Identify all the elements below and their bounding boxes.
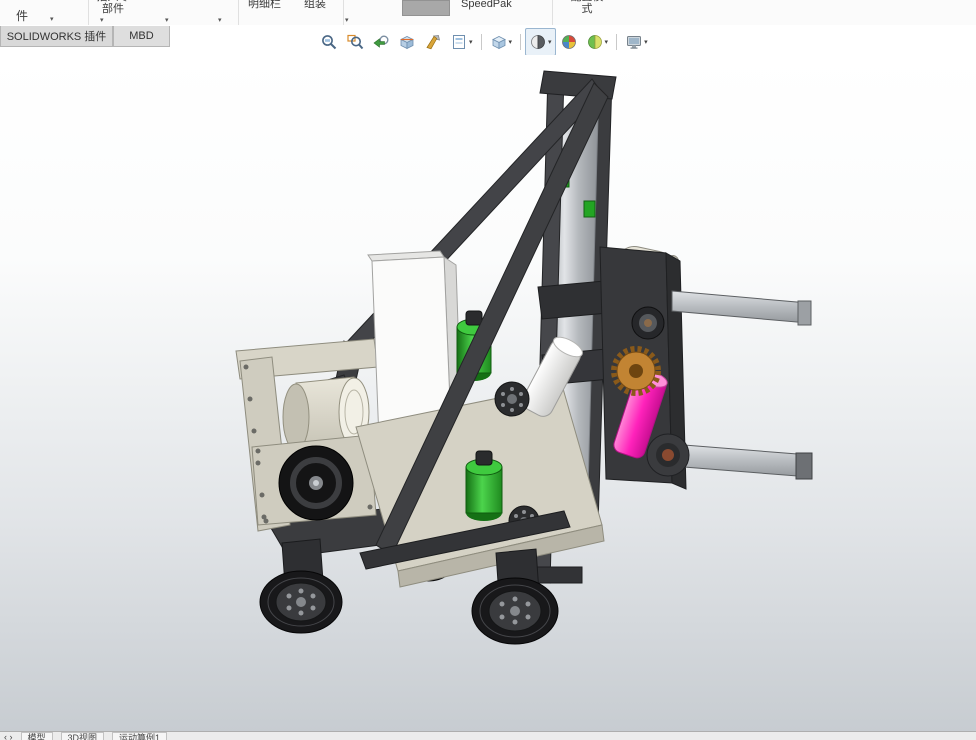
tab-solidworks-addins[interactable]: SOLIDWORKS 插件 xyxy=(0,26,113,47)
deck-pulley-upper[interactable] xyxy=(494,381,530,417)
ribbon-item-bom[interactable]: 明细栏 xyxy=(248,0,281,10)
ribbon-separator xyxy=(343,0,344,25)
tab-label: MBD xyxy=(129,30,154,42)
zoom-to-area-icon xyxy=(347,34,364,50)
zoom-to-fit-icon xyxy=(322,35,337,50)
sprocket-gear[interactable] xyxy=(611,346,661,396)
upper-rod[interactable] xyxy=(671,290,812,326)
display-style-icon xyxy=(531,35,545,49)
tab-model[interactable]: 模型 xyxy=(20,732,53,740)
dropdown-arrow-icon[interactable]: ▾ xyxy=(100,16,104,24)
dropdown-arrow-icon[interactable]: ▾ xyxy=(345,16,349,24)
tab-mbd[interactable]: MBD xyxy=(113,26,170,47)
ribbon-item-configuration-mode[interactable]: 配置模式 xyxy=(568,0,606,15)
dropdown-arrow-icon[interactable]: ▾ xyxy=(469,38,473,46)
view-orientation-icon xyxy=(491,36,506,50)
toolbar-separator xyxy=(480,34,482,50)
dynamic-annotation-button[interactable] xyxy=(420,28,446,56)
lower-rod[interactable] xyxy=(646,433,813,480)
cad-model-view[interactable] xyxy=(0,55,976,732)
tab-label: SOLIDWORKS 插件 xyxy=(6,31,107,43)
ribbon-partial: 件 ▾ 插入零部件 ▾ ▾ ▾ 明细栏 组装 ▾ SpeedPak 配置模式 xyxy=(0,0,976,25)
bottom-tab-bar: ‹ › 模型 3D视图 运动算例1 xyxy=(0,731,976,740)
previous-view-icon xyxy=(373,35,389,48)
heads-up-toolbar: ▾ ▾ ▾ ▾ ▾ xyxy=(316,28,652,56)
solidworks-window: 件 ▾ 插入零部件 ▾ ▾ ▾ 明细栏 组装 ▾ SpeedPak 配置模式 S… xyxy=(0,0,976,740)
hide-show-items-icon xyxy=(453,35,465,49)
display-style-button[interactable]: ▾ xyxy=(525,28,556,56)
ribbon-separator xyxy=(88,0,89,25)
zoom-to-fit-button[interactable] xyxy=(316,28,342,56)
left-wheel[interactable] xyxy=(259,538,343,634)
tab-motion-study[interactable]: 运动算例1 xyxy=(112,732,168,740)
ribbon-separator xyxy=(238,0,239,25)
edit-appearance-button[interactable] xyxy=(556,28,582,56)
view-settings-icon xyxy=(627,36,642,49)
dynamic-annotation-icon xyxy=(426,35,440,50)
dropdown-arrow-icon[interactable]: ▾ xyxy=(605,38,609,46)
toolbar-separator xyxy=(520,34,522,50)
zoom-to-area-button[interactable] xyxy=(342,28,368,56)
section-view-icon xyxy=(400,36,414,50)
green-motor-lower[interactable] xyxy=(465,450,503,521)
ribbon-item-insert-component[interactable]: 插入零部件 xyxy=(94,0,132,15)
apply-scene-button[interactable]: ▾ xyxy=(582,28,613,56)
ribbon-item-part[interactable]: 件 xyxy=(16,10,28,22)
hide-show-items-button[interactable]: ▾ xyxy=(446,28,477,56)
left-tower-assembly[interactable] xyxy=(235,338,379,532)
apply-scene-icon xyxy=(587,35,602,49)
toolbar-separator xyxy=(616,34,618,50)
dropdown-arrow-icon[interactable]: ▾ xyxy=(548,38,552,46)
dropdown-arrow-icon[interactable]: ▾ xyxy=(50,15,54,23)
section-view-button[interactable] xyxy=(394,28,420,56)
dropdown-arrow-icon[interactable]: ▾ xyxy=(165,16,169,24)
ribbon-item-speedpak[interactable]: SpeedPak xyxy=(461,0,512,10)
tab-3d-views[interactable]: 3D视图 xyxy=(60,732,105,740)
tab-scroll-icons[interactable]: ‹ › xyxy=(4,732,13,740)
previous-view-button[interactable] xyxy=(368,28,394,56)
dropdown-arrow-icon[interactable]: ▾ xyxy=(218,16,222,24)
edit-appearance-icon xyxy=(561,35,576,49)
ribbon-item-assemble[interactable]: 组装 xyxy=(304,0,326,10)
dropdown-arrow-icon[interactable]: ▾ xyxy=(509,38,513,46)
disabled-command-button xyxy=(402,0,450,16)
dropdown-arrow-icon[interactable]: ▾ xyxy=(644,38,648,46)
graphics-area[interactable] xyxy=(0,55,976,732)
view-orientation-button[interactable]: ▾ xyxy=(486,28,517,56)
view-settings-button[interactable]: ▾ xyxy=(621,28,652,56)
ribbon-separator xyxy=(552,0,553,25)
